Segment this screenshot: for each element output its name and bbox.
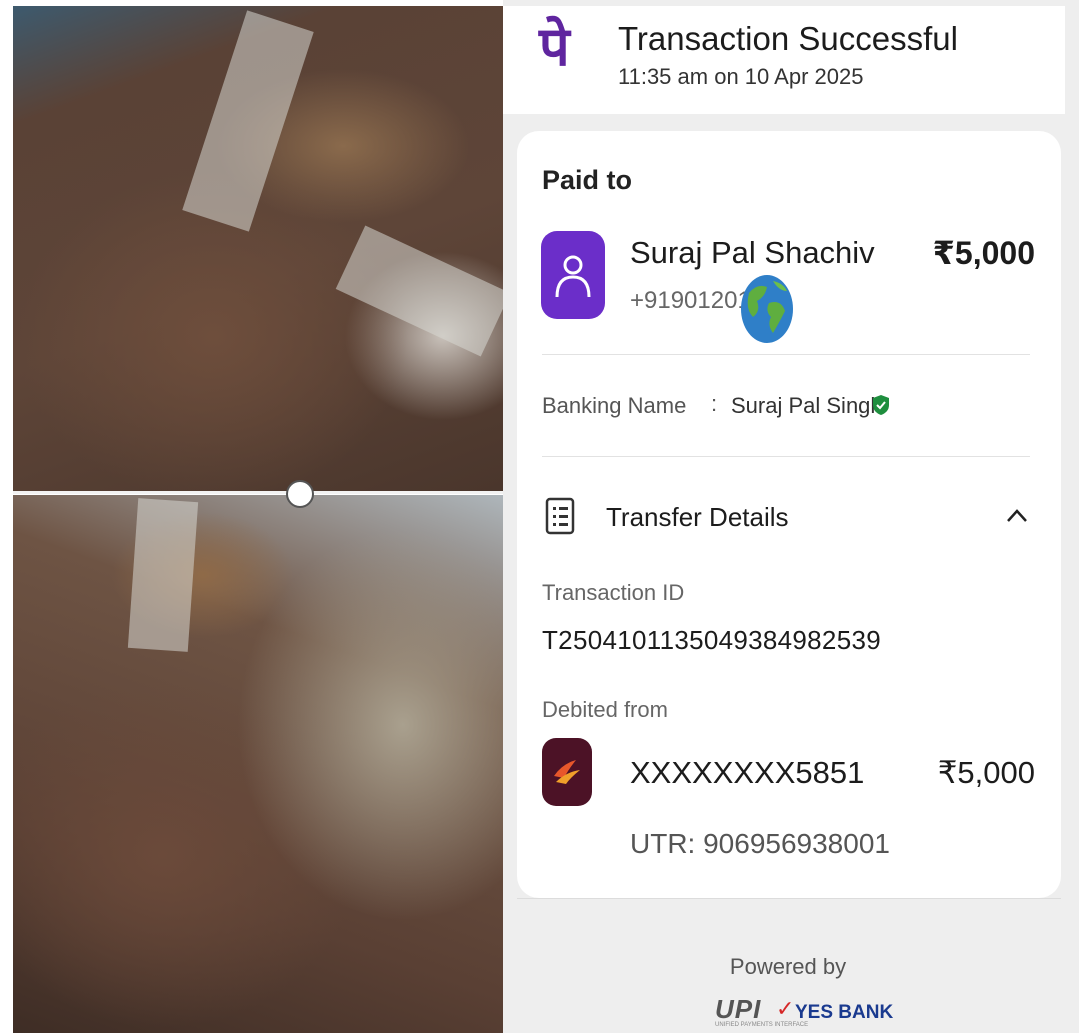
receipt-panel: पे Transaction Successful 11:35 am on 10…: [503, 0, 1079, 1033]
bank-logo-icon: [542, 738, 592, 806]
yes-bank-logo: YES BANK: [795, 1002, 894, 1023]
transaction-timestamp: 11:35 am on 10 Apr 2025: [618, 64, 864, 89]
utr-number: UTR: 906956938001: [630, 828, 890, 859]
upi-logo: UPI: [715, 994, 762, 1024]
yes-bank-check-icon: ✓: [776, 996, 795, 1021]
receipt-icon: [545, 497, 575, 535]
receipt-header: पे Transaction Successful 11:35 am on 10…: [503, 6, 1065, 114]
payee-name: Suraj Pal Shachiv: [630, 235, 875, 270]
person-icon: [555, 255, 591, 298]
photo-collage: [13, 6, 503, 1033]
phonepe-logo: पे: [539, 15, 570, 78]
globe-icon: [741, 275, 793, 343]
payee-avatar: [541, 231, 605, 319]
banking-name-value: Suraj Pal Singh: [731, 393, 883, 418]
banking-name-label: Banking Name: [542, 393, 687, 418]
collage-divider: [13, 491, 503, 494]
paid-amount: ₹5,000: [932, 235, 1035, 271]
transaction-id-value: T2504101135049384982539: [542, 625, 881, 655]
account-number: XXXXXXXX5851: [630, 755, 865, 790]
photo-bottom: [13, 495, 503, 1033]
divider-handle[interactable]: [286, 480, 314, 508]
paid-to-label: Paid to: [542, 165, 633, 195]
debited-from-label: Debited from: [542, 697, 668, 722]
powered-by-label: Powered by: [729, 954, 847, 979]
banking-name-colon: :: [711, 391, 718, 416]
transaction-id-label: Transaction ID: [542, 580, 685, 605]
divider: [542, 456, 1030, 457]
debited-amount: ₹5,000: [937, 755, 1035, 790]
transfer-details-title[interactable]: Transfer Details: [606, 502, 789, 533]
photo-top: [13, 6, 503, 491]
chevron-up-icon[interactable]: [1005, 505, 1029, 525]
transaction-status-title: Transaction Successful: [618, 20, 958, 57]
footer-divider: [517, 898, 1061, 899]
details-card: Paid to Suraj Pal Shachiv +91901201 ₹5,0…: [517, 131, 1061, 898]
divider: [542, 354, 1030, 355]
verified-shield-icon: [873, 395, 889, 415]
payee-phone: +91901201: [630, 287, 751, 314]
